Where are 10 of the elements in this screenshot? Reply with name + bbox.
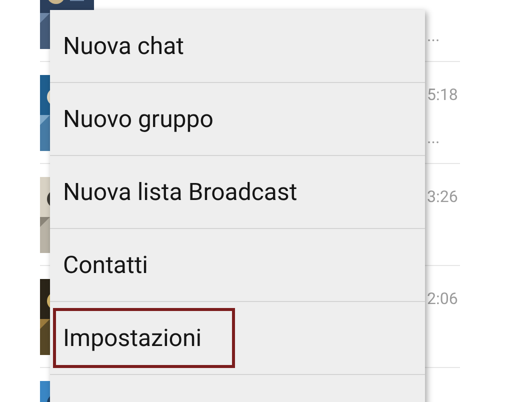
chat-time: 3:26 [427,187,459,206]
menu-item[interactable]: Nuova chat [53,16,214,76]
menu-item[interactable]: Contatti [53,235,178,295]
menu-item[interactable]: Impostazioni [53,308,235,368]
chat-time: 5:18 [427,85,459,104]
menu-item[interactable]: Nuovo gruppo [53,89,244,149]
chat-time: 2:06 [427,289,459,308]
message-preview: ... [427,26,441,45]
menu-item[interactable]: Nuova lista Broadcast [53,162,328,222]
message-preview: ... [427,128,441,147]
